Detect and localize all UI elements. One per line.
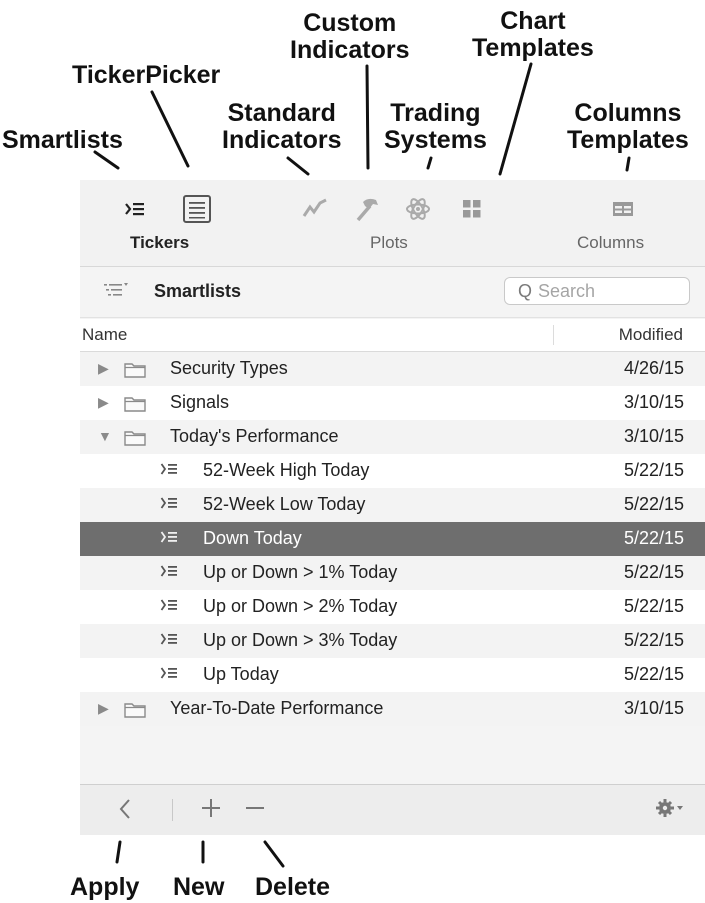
callout-custom-indicators-line2: Indicators	[290, 36, 410, 64]
list-title: Smartlists	[154, 281, 242, 301]
minus-icon[interactable]	[244, 793, 266, 825]
row-modified-date: 5/22/15	[623, 664, 684, 684]
standard-indicators-icon[interactable]	[300, 192, 330, 226]
column-header: Name Modified	[80, 319, 705, 352]
callout-columns-templates: Columns Templates	[567, 100, 689, 154]
callout-standard-indicators: Standard Indicators	[222, 100, 341, 154]
row-name: Signals	[170, 392, 230, 412]
row-modified-date: 4/26/15	[623, 358, 684, 378]
footer-toolbar	[80, 784, 705, 835]
smartlist-row[interactable]: Up or Down > 1% Today 5/22/15	[80, 556, 705, 590]
tab-tickers[interactable]: Tickers	[130, 233, 189, 253]
folder-icon	[124, 396, 146, 417]
folder-row[interactable]: ▼ Today's Performance 3/10/15	[80, 420, 705, 454]
callout-apply: Apply	[70, 873, 140, 901]
smartlist-icon	[160, 461, 178, 482]
callout-custom-indicators: Custom Indicators	[290, 10, 409, 64]
row-name: Up or Down > 2% Today	[203, 596, 398, 616]
smartlist-row[interactable]: Up or Down > 2% Today 5/22/15	[80, 590, 705, 624]
column-name-header[interactable]: Name	[82, 325, 127, 345]
row-name: 52-Week High Today	[203, 460, 370, 480]
smartlist-icon	[160, 563, 178, 584]
smartlist-menu-icon[interactable]	[102, 281, 130, 306]
custom-indicators-icon[interactable]	[352, 192, 382, 226]
callout-trading-systems-line1: Trading	[390, 99, 481, 127]
callout-standard-indicators-line2: Indicators	[222, 126, 342, 154]
chevron-left-icon[interactable]	[118, 793, 132, 827]
callout-columns-templates-line2: Templates	[567, 126, 689, 154]
search-input[interactable]: Q Search	[504, 277, 690, 305]
row-modified-date: 5/22/15	[623, 494, 684, 514]
search-icon: Q	[518, 280, 533, 301]
callout-standard-indicators-line1: Standard	[227, 99, 336, 127]
folder-icon	[124, 702, 146, 723]
row-name: Security Types	[170, 358, 288, 378]
disclosure-collapsed-icon[interactable]: ▶	[98, 360, 109, 377]
row-modified-date: 5/22/15	[623, 460, 684, 480]
callout-chart-templates-line1: Chart	[500, 7, 566, 35]
chart-templates-icon[interactable]	[457, 192, 487, 226]
column-modified-header[interactable]: Modified	[619, 325, 683, 345]
callout-chart-templates-line2: Templates	[472, 34, 594, 62]
smartlist-icon	[160, 631, 178, 652]
folder-row[interactable]: ▶ Year-To-Date Performance 3/10/15	[80, 692, 705, 726]
column-divider[interactable]	[553, 325, 554, 345]
callout-chart-templates: Chart Templates	[472, 8, 594, 62]
callout-custom-indicators-line1: Custom	[303, 9, 397, 37]
smartlist-icon	[160, 529, 178, 550]
row-modified-date: 5/22/15	[623, 528, 684, 548]
disclosure-collapsed-icon[interactable]: ▶	[98, 394, 109, 411]
callout-trading-systems-line2: Systems	[384, 126, 487, 154]
row-modified-date: 5/22/15	[623, 630, 684, 650]
folder-icon	[124, 362, 146, 383]
smartlists-icon[interactable]	[120, 192, 150, 226]
row-modified-date: 5/22/15	[623, 562, 684, 582]
smartlist-row[interactable]: 52-Week Low Today 5/22/15	[80, 488, 705, 522]
tab-columns[interactable]: Columns	[577, 233, 644, 253]
disclosure-collapsed-icon[interactable]: ▶	[98, 700, 109, 717]
columns-templates-icon[interactable]	[608, 192, 638, 226]
row-modified-date: 3/10/15	[623, 698, 684, 718]
search-placeholder: Search	[538, 280, 596, 301]
callout-new: New	[173, 873, 225, 901]
disclosure-expanded-icon[interactable]: ▼	[98, 428, 112, 444]
row-modified-date: 5/22/15	[623, 596, 684, 616]
callout-smartlists: Smartlists	[2, 126, 123, 154]
smartlist-row[interactable]: Up or Down > 3% Today 5/22/15	[80, 624, 705, 658]
row-name: Year-To-Date Performance	[170, 698, 384, 718]
smartlist-row[interactable]: Up Today 5/22/15	[80, 658, 705, 692]
folder-row[interactable]: ▶ Security Types 4/26/15	[80, 352, 705, 386]
callout-columns-templates-line1: Columns	[574, 99, 682, 127]
smartlist-icon	[160, 495, 178, 516]
row-name: 52-Week Low Today	[203, 494, 366, 514]
tab-bar: Tickers Plots Columns	[80, 180, 705, 267]
smartlist-row[interactable]: 52-Week High Today 5/22/15	[80, 454, 705, 488]
smartlist-icon	[160, 597, 178, 618]
row-modified-date: 3/10/15	[623, 392, 684, 412]
callout-tickerpicker: TickerPicker	[72, 61, 221, 89]
row-name: Down Today	[203, 528, 302, 548]
gear-icon[interactable]	[655, 793, 685, 825]
smartlist-row[interactable]: Down Today 5/22/15	[80, 522, 705, 556]
trading-systems-icon[interactable]	[403, 192, 433, 226]
smartlist-icon	[160, 665, 178, 686]
tab-plots[interactable]: Plots	[370, 233, 408, 253]
row-name: Today's Performance	[170, 426, 339, 446]
folder-row[interactable]: ▶ Signals 3/10/15	[80, 386, 705, 420]
tickerpicker-icon[interactable]	[180, 192, 214, 226]
folder-icon	[124, 430, 146, 451]
smartlists-panel: Tickers Plots Columns Smartlists Q Searc…	[80, 180, 705, 835]
callout-delete: Delete	[255, 873, 331, 901]
row-name: Up or Down > 1% Today	[203, 562, 398, 582]
callout-trading-systems: Trading Systems	[384, 100, 487, 154]
row-modified-date: 3/10/15	[623, 426, 684, 446]
row-name: Up or Down > 3% Today	[203, 630, 398, 650]
row-name: Up Today	[203, 664, 279, 684]
smartlist-rows: ▶ Security Types 4/26/15 ▶ Signals 3/10/15 ▼ To…	[80, 352, 705, 726]
list-header-bar: Smartlists Q Search	[80, 267, 705, 318]
footer-divider	[172, 799, 173, 821]
plus-icon[interactable]	[200, 793, 222, 825]
